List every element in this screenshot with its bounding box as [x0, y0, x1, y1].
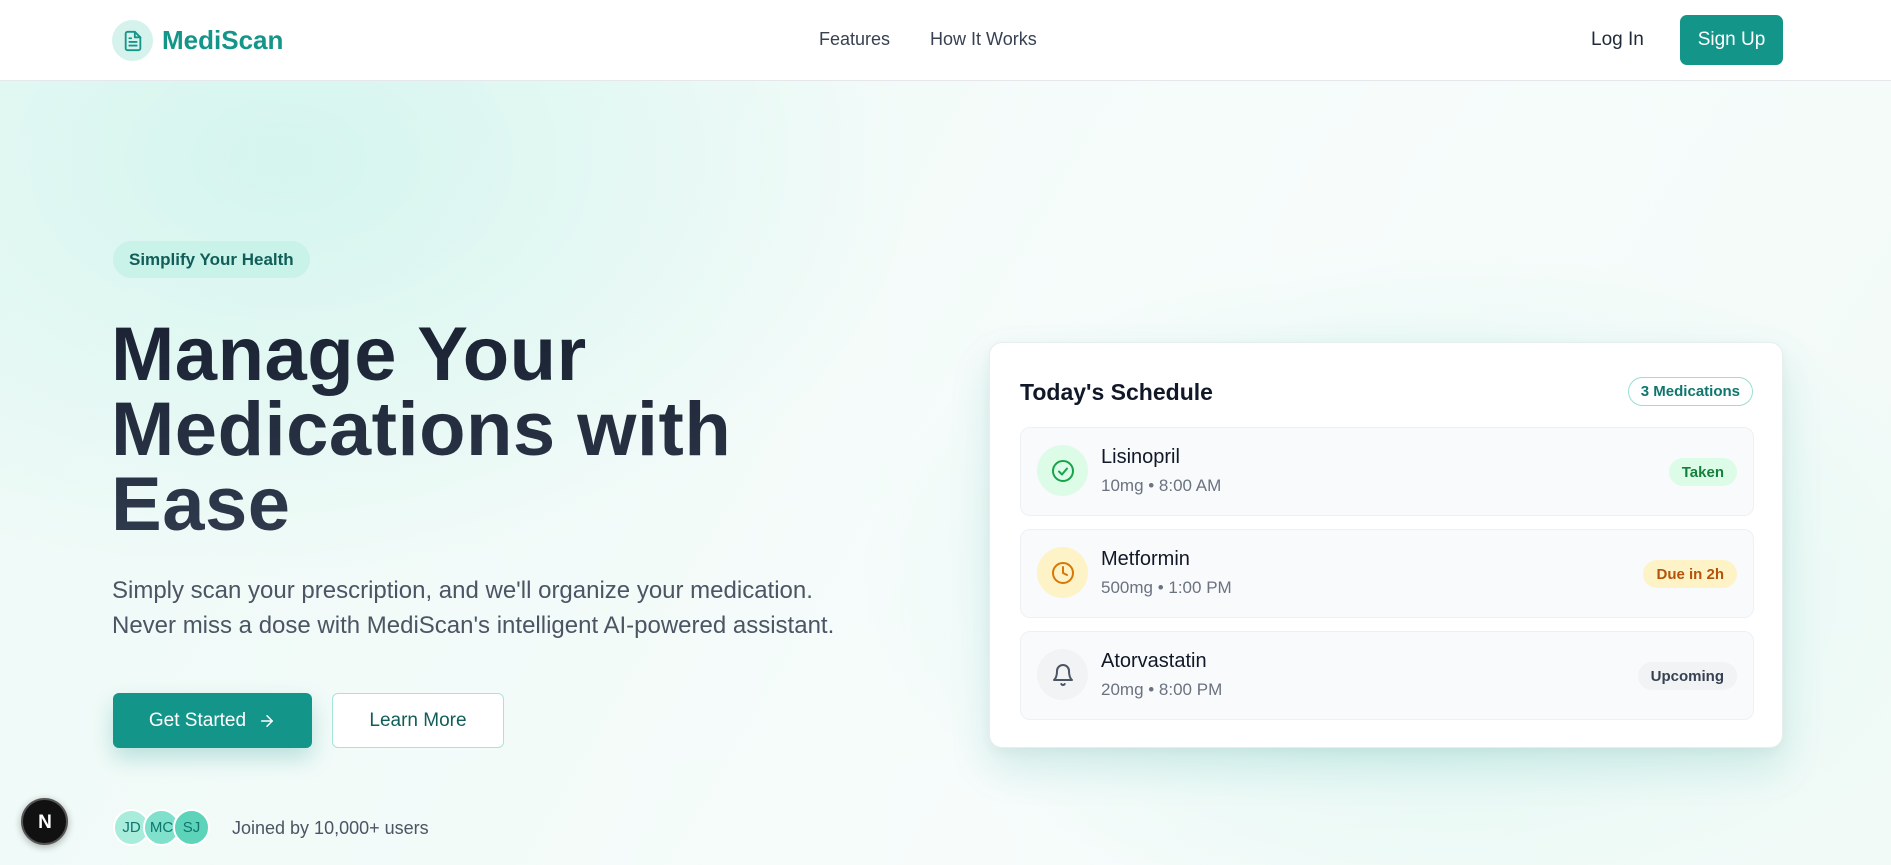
hero-badge: Simplify Your Health — [113, 241, 310, 278]
learn-more-button[interactable]: Learn More — [332, 693, 504, 748]
user-avatars: JD MC SJ — [113, 809, 210, 846]
arrow-right-icon — [258, 712, 276, 730]
medication-item[interactable]: Atorvastatin 20mg • 8:00 PM Upcoming — [1020, 631, 1754, 720]
medication-item[interactable]: Lisinopril 10mg • 8:00 AM Taken — [1020, 427, 1754, 516]
bell-icon — [1037, 649, 1088, 700]
medication-name: Lisinopril — [1101, 446, 1180, 468]
get-started-button[interactable]: Get Started — [113, 693, 312, 748]
n-logo-letter: N — [38, 812, 52, 833]
hero-description: Simply scan your prescription, and we'll… — [112, 573, 912, 643]
status-badge: Taken — [1668, 458, 1737, 486]
nav-links: Features How It Works — [819, 29, 1077, 50]
hero-headline: Manage Your Medications with Ease — [111, 317, 811, 542]
signup-button[interactable]: Sign Up — [1680, 15, 1783, 65]
n-logo-icon: N — [38, 812, 52, 833]
headline-line: Medications with — [111, 387, 732, 472]
next-dev-indicator[interactable]: N — [21, 798, 68, 845]
medication-name: Metformin — [1101, 548, 1190, 570]
status-badge: Due in 2h — [1643, 560, 1737, 588]
headline-line: Manage Your — [111, 312, 587, 397]
nav-link-how-it-works[interactable]: How It Works — [930, 29, 1037, 50]
get-started-label: Get Started — [148, 709, 247, 731]
nav-link-features[interactable]: Features — [819, 29, 890, 50]
medication-item[interactable]: Metformin 500mg • 1:00 PM Due in 2h — [1020, 529, 1754, 618]
joined-count-text: Joined by 10,000+ users — [232, 818, 429, 838]
medication-detail: 500mg • 1:00 PM — [1101, 578, 1232, 597]
status-badge: Upcoming — [1637, 662, 1737, 690]
schedule-title: Today's Schedule — [1020, 379, 1213, 405]
avatar: SJ — [173, 809, 210, 846]
top-navbar: MediScan Features How It Works Log In Si… — [0, 0, 1891, 81]
clock-icon — [1037, 547, 1088, 598]
medication-detail: 10mg • 8:00 AM — [1101, 476, 1222, 495]
headline-line: Ease — [111, 462, 291, 547]
check-circle-icon — [1037, 445, 1088, 496]
medication-count-badge: 3 Medications — [1627, 377, 1753, 406]
medication-detail: 20mg • 8:00 PM — [1101, 680, 1223, 699]
brand-logo[interactable]: MediScan — [112, 20, 283, 61]
description-line: Never miss a dose with MediScan's intell… — [112, 612, 835, 639]
brand-name: MediScan — [162, 25, 284, 55]
login-link[interactable]: Log In — [1591, 29, 1644, 51]
medication-name: Atorvastatin — [1101, 650, 1207, 672]
document-icon — [112, 20, 153, 61]
description-line: Simply scan your prescription, and we'll… — [112, 577, 813, 604]
schedule-card: Today's Schedule 3 Medications Lisinopri… — [989, 342, 1783, 748]
